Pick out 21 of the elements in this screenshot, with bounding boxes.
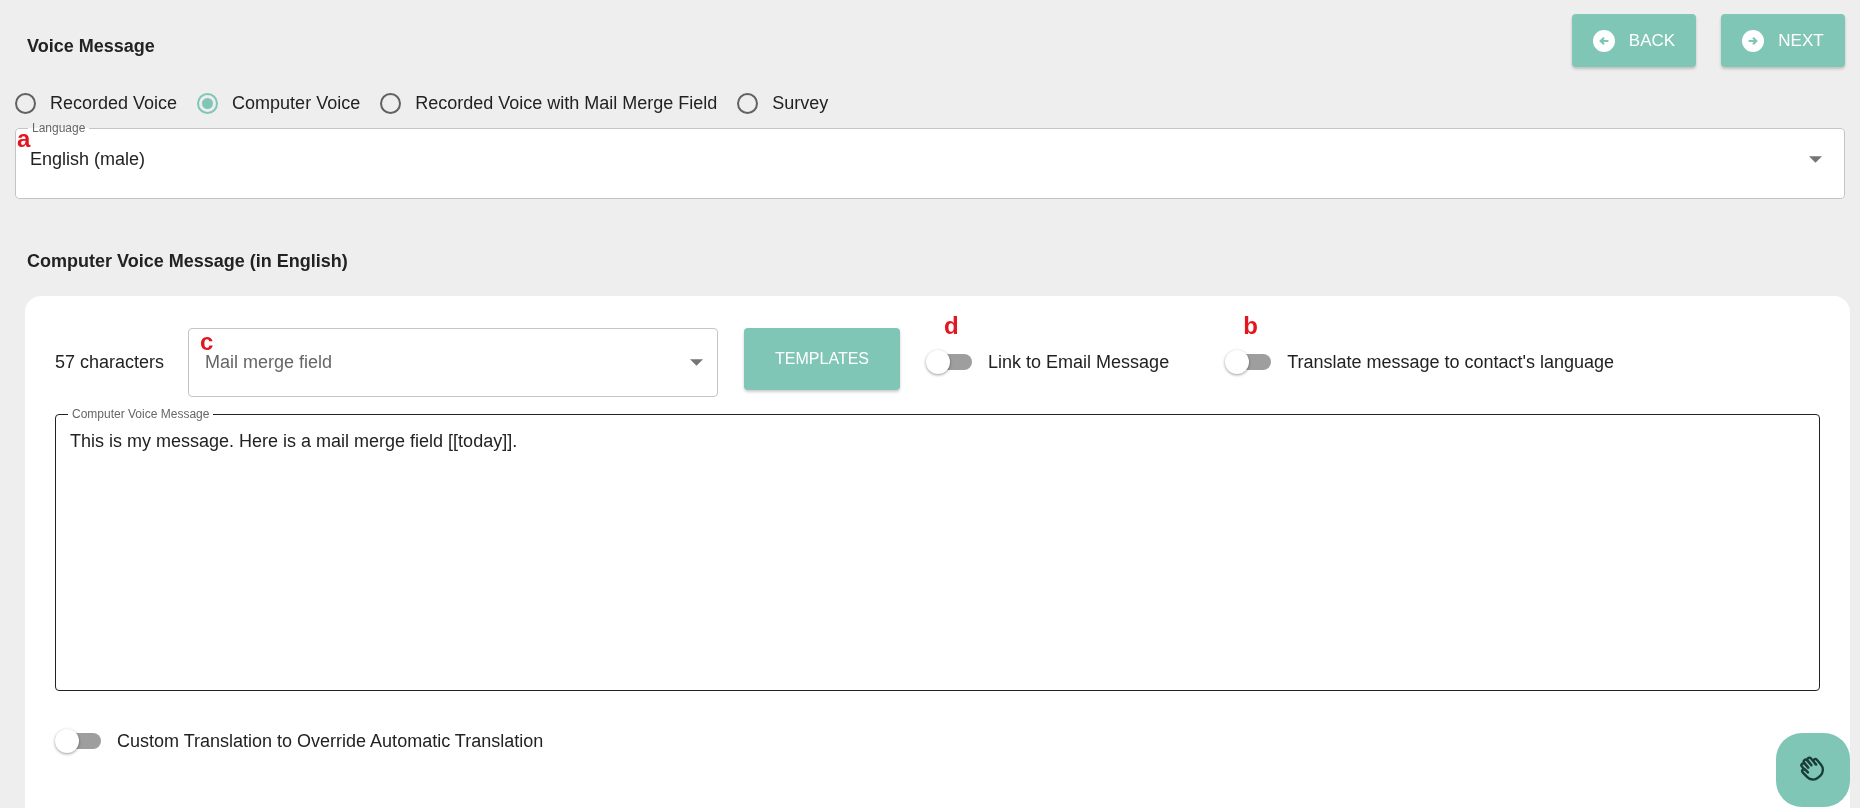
section-heading: Computer Voice Message (in English) <box>27 251 349 272</box>
toggle-label: Translate message to contact's language <box>1287 351 1615 373</box>
voice-type-radio[interactable]: Recorded Voice with Mail Merge Field <box>380 92 718 114</box>
toggle-label: Link to Email Message <box>988 351 1170 373</box>
voice-type-radio[interactable]: Computer Voice <box>197 92 361 114</box>
annotation-marker: a <box>17 127 31 151</box>
annotation-marker: c <box>200 329 214 354</box>
toggle-switch[interactable] <box>926 350 973 374</box>
caret-icon <box>690 358 704 366</box>
character-count: 57 characters <box>55 351 165 373</box>
message-textarea[interactable]: Computer Voice Message This is my message. Here is a mail merge field [[today]]. <box>55 407 1820 691</box>
toggle-switch[interactable] <box>1225 350 1272 374</box>
annotation-marker: d <box>944 314 959 338</box>
toggle-switch[interactable] <box>55 729 101 753</box>
voice-type-radio[interactable]: Recorded Voice <box>15 92 178 114</box>
help-button[interactable] <box>1776 733 1850 807</box>
page-title: Voice Message <box>27 36 155 57</box>
caret-icon <box>1809 156 1822 163</box>
voice-type-radio[interactable]: Survey <box>737 92 829 114</box>
toggle-label: Custom Translation to Override Automatic Translation <box>117 730 544 752</box>
annotation-marker: b <box>1243 314 1258 338</box>
